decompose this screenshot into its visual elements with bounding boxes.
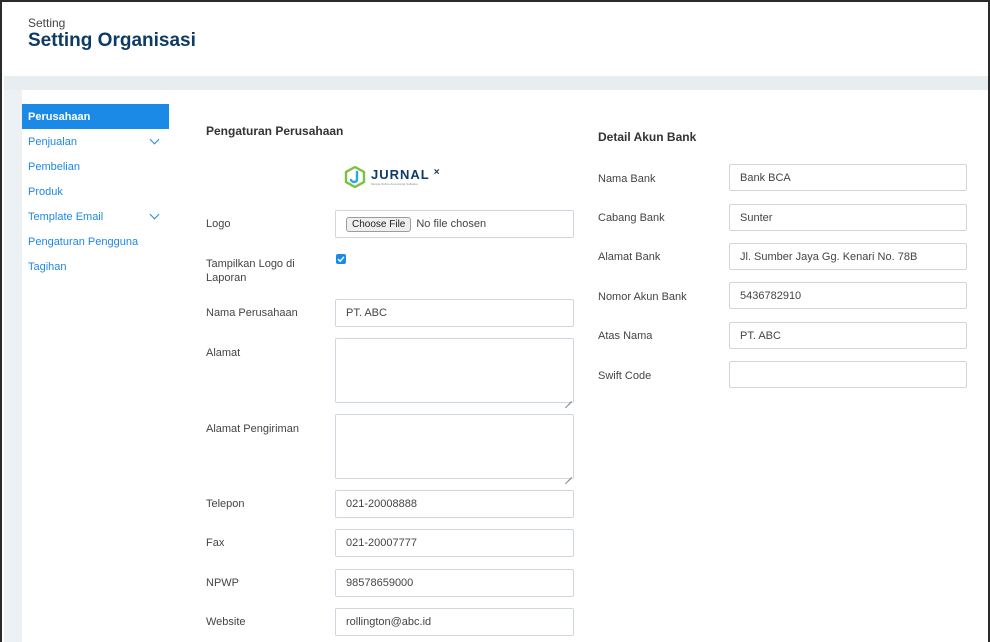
show-logo-label: Tampilkan Logo di Laporan [206,258,295,284]
bank-branch-label: Cabang Bank [598,212,665,224]
website-input[interactable]: rollington@abc.id [335,608,574,636]
logo-close-mark: × [433,166,440,178]
bank-address-label: Alamat Bank [598,251,661,263]
address-label: Alamat [206,347,241,359]
chevron-down-icon [149,209,160,220]
company-section-title: Pengaturan Perusahaan [206,124,344,138]
jurnal-logo-icon [344,166,366,188]
account-holder-label: Atas Nama [598,330,653,342]
settings-sidebar: Perusahaan Penjualan Pembelian Produk Te… [22,104,169,279]
header-divider [4,76,988,90]
app-frame: Setting Setting Organisasi Perusahaan Pe… [0,0,990,642]
fax-input[interactable]: 021-20007777 [335,529,574,557]
shipping-address-label: Alamat Pengiriman [206,423,299,435]
logo-label: Logo [206,218,231,230]
choose-file-button[interactable]: Choose File [346,216,412,232]
show-logo-checkbox[interactable] [336,254,346,264]
sidebar-item-pembelian[interactable]: Pembelian [22,154,169,179]
sidebar-item-label: Tagihan [28,260,67,273]
sidebar-item-label: Perusahaan [28,110,91,123]
sidebar-item-produk[interactable]: Produk [22,179,169,204]
sidebar-item-tagihan[interactable]: Tagihan [22,254,169,279]
file-status: No file chosen [416,218,487,230]
page-header: Setting Setting Organisasi [28,16,196,52]
settings-card: Perusahaan Penjualan Pembelian Produk Te… [22,90,988,642]
shipping-resize-handle[interactable] [565,471,572,478]
sidebar-item-label: Produk [28,185,63,198]
account-holder-input[interactable]: PT. ABC [729,322,967,349]
logo-file-input[interactable]: Choose File No file chosen [335,210,574,238]
page-title: Setting Organisasi [28,30,196,51]
sidebar-item-perusahaan[interactable]: Perusahaan [22,104,169,129]
bank-name-label: Nama Bank [598,173,656,185]
bank-address-input[interactable]: Jl. Sumber Jaya Gg. Kenari No. 78B [729,243,967,270]
npwp-input[interactable]: 98578659000 [335,569,574,597]
bank-section-title: Detail Akun Bank [598,130,697,144]
sidebar-item-template-email[interactable]: Template Email [22,204,169,229]
bank-account-input[interactable]: 5436782910 [729,282,967,309]
website-label: Website [206,616,246,628]
company-name-label: Nama Perusahaan [206,307,298,319]
address-resize-handle[interactable] [565,395,572,402]
phone-label: Telepon [206,498,245,510]
address-textarea[interactable] [335,338,574,403]
shipping-address-textarea[interactable] [335,414,574,479]
fax-label: Fax [206,537,225,549]
sidebar-item-label: Pengaturan Pengguna [28,235,139,248]
check-icon [337,256,345,263]
logo-tagline: Simple Online Accounting Software [371,182,418,186]
logo-wordmark: JURNAL [371,167,430,182]
sidebar-item-label: Pembelian [28,160,80,173]
sidebar-item-penjualan[interactable]: Penjualan [22,129,169,154]
sidebar-item-label: Template Email [28,210,104,223]
sidebar-item-label: Penjualan [28,135,77,148]
swift-code-input[interactable] [729,361,967,388]
bank-name-input[interactable]: Bank BCA [729,164,967,191]
phone-input[interactable]: 021-20008888 [335,490,574,518]
bank-account-label: Nomor Akun Bank [598,291,687,303]
npwp-label: NPWP [206,577,239,589]
company-logo: JURNAL × Simple Online Accounting Softwa… [344,166,440,188]
breadcrumb[interactable]: Setting [28,16,196,30]
bank-branch-input[interactable]: Sunter [729,204,967,231]
chevron-down-icon [149,134,160,145]
sidebar-item-pengaturan-pengguna[interactable]: Pengaturan Pengguna [22,229,169,254]
swift-code-label: Swift Code [598,370,652,382]
company-name-input[interactable]: PT. ABC [335,299,574,327]
